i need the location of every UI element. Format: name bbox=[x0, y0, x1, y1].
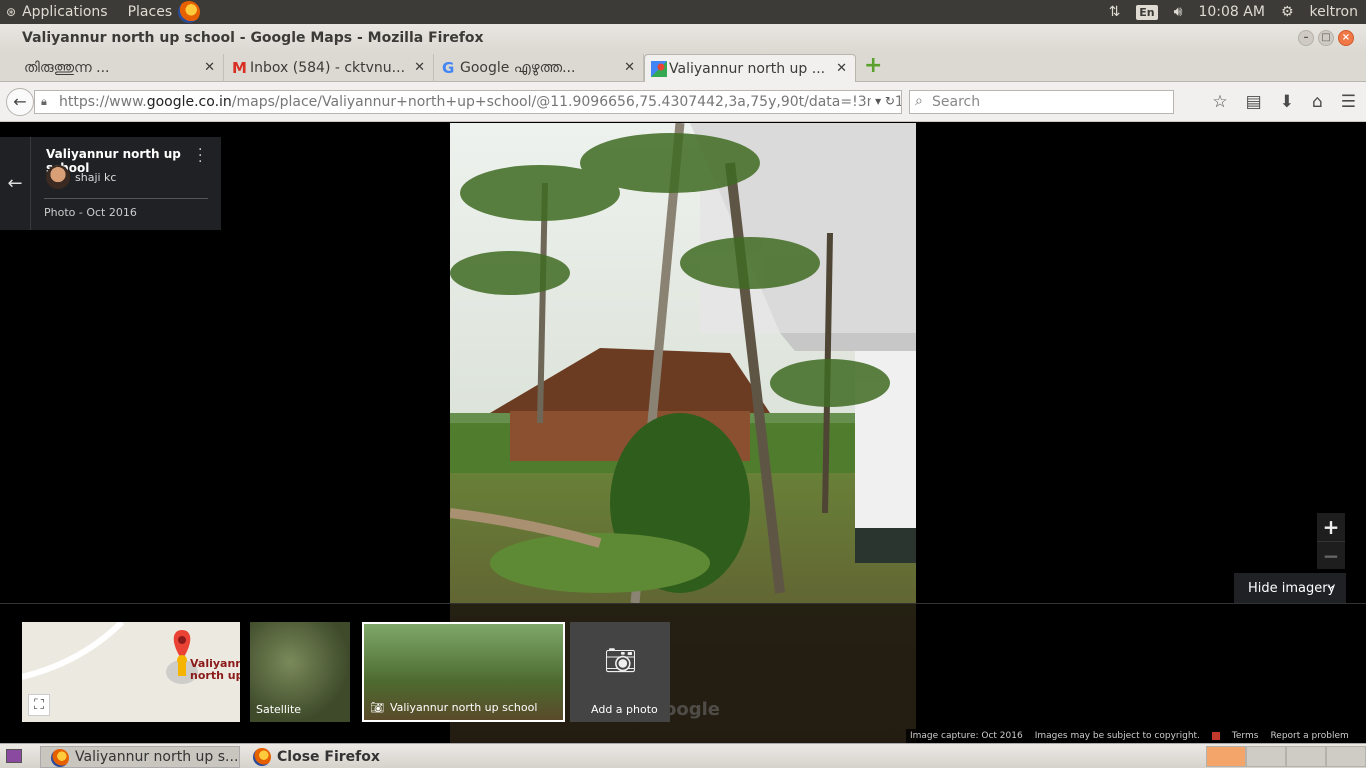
home-icon[interactable]: ⌂ bbox=[1312, 92, 1323, 112]
user-name[interactable]: keltron bbox=[1310, 4, 1359, 20]
tab-label: Inbox (584) - cktvnu... bbox=[250, 60, 406, 76]
close-tab-icon[interactable]: ✕ bbox=[204, 60, 215, 75]
tab-google-input[interactable]: G Google എഴുത്ത... ✕ bbox=[436, 54, 644, 82]
current-photo-thumbnail[interactable]: 📷︎ Valiyannur north up school bbox=[362, 622, 565, 722]
divider bbox=[44, 198, 208, 199]
bottom-taskbar: Valiyannur north up s... Close Firefox bbox=[0, 743, 1366, 768]
url-path: /maps/place/Valiyannur+north+up+school/@… bbox=[231, 94, 902, 110]
minimize-button[interactable]: – bbox=[1298, 30, 1314, 46]
url-prefix: https://www. bbox=[59, 94, 147, 110]
window-titlebar: Valiyannur north up school - Google Maps… bbox=[0, 24, 1366, 52]
google-g-icon: G bbox=[442, 59, 455, 77]
gmail-icon: M bbox=[232, 59, 247, 77]
add-photo-camera-icon: 📷︎ bbox=[604, 646, 638, 676]
add-photo-button[interactable]: 📷︎ Add a photo bbox=[570, 622, 670, 722]
bookmark-star-icon[interactable]: ☆ bbox=[1212, 92, 1227, 112]
back-button[interactable]: ← bbox=[6, 88, 34, 116]
google-maps-icon bbox=[651, 61, 667, 77]
tab-label: Valiyannur north up ... bbox=[669, 60, 826, 77]
reading-list-icon[interactable]: ▤ bbox=[1246, 92, 1262, 112]
search-icon: ⌕ bbox=[915, 93, 923, 109]
new-tab-button[interactable]: + bbox=[864, 55, 882, 77]
report-problem-link[interactable]: Report a problem bbox=[1270, 731, 1348, 741]
expand-map-icon[interactable]: ⛶ bbox=[28, 694, 50, 716]
search-input[interactable]: ⌕ Search bbox=[909, 90, 1174, 114]
image-capture-date: Image capture: Oct 2016 bbox=[910, 731, 1023, 741]
map-thumbnail[interactable]: Valiyannur north up s ⛶ bbox=[22, 622, 240, 722]
place-info-card: ← Valiyannur north up school · · · shaji k… bbox=[0, 137, 221, 230]
close-window-button[interactable]: × bbox=[1338, 30, 1354, 46]
more-options-icon[interactable]: · · · bbox=[198, 143, 202, 169]
close-tab-icon[interactable]: ✕ bbox=[624, 60, 635, 75]
double-chevron-down-icon: ⌄ bbox=[1325, 578, 1336, 593]
tab-gmail-inbox[interactable]: M Inbox (584) - cktvnu... ✕ bbox=[226, 54, 434, 82]
clock[interactable]: 10:08 AM bbox=[1198, 4, 1264, 20]
firefox-launcher-icon[interactable] bbox=[178, 1, 201, 23]
volume-icon[interactable]: 🔊︎ bbox=[1174, 4, 1183, 20]
network-icon[interactable]: ⇅ bbox=[1109, 4, 1121, 20]
maximize-button[interactable]: □ bbox=[1318, 30, 1334, 46]
photo-date: Photo - Oct 2016 bbox=[44, 206, 137, 219]
navigation-toolbar: ← 🔒︎ https://www. google.co.in/maps/place… bbox=[0, 82, 1366, 122]
workspace-1[interactable] bbox=[1206, 746, 1246, 767]
map-place-label: Valiyannur north up s bbox=[190, 657, 240, 682]
menu-hamburger-icon[interactable]: ☰ bbox=[1341, 92, 1356, 112]
workspace-2[interactable] bbox=[1246, 746, 1286, 767]
camera-icon: 📷︎ bbox=[370, 701, 384, 714]
tab-malayalam-edit[interactable]: തിരുത്തുന്ന ... ✕ bbox=[0, 54, 224, 82]
copyright-notice: Images may be subject to copyright. bbox=[1034, 731, 1200, 741]
avatar[interactable] bbox=[46, 165, 70, 189]
add-photo-label: Add a photo bbox=[591, 703, 658, 716]
workspace-3[interactable] bbox=[1286, 746, 1326, 767]
current-photo-caption: 📷︎ Valiyannur north up school bbox=[370, 701, 537, 714]
taskbar-close-firefox[interactable]: Close Firefox bbox=[243, 746, 443, 768]
zoom-controls: + − bbox=[1317, 513, 1345, 569]
ubuntu-logo-icon[interactable]: ⊛ bbox=[6, 5, 16, 19]
url-bar[interactable]: 🔒︎ https://www. google.co.in/maps/place/V… bbox=[34, 90, 902, 114]
system-top-panel: ⊛ Applications Places ⇅ En 🔊︎ 10:08 AM ⚙… bbox=[0, 0, 1366, 24]
tab-google-maps[interactable]: Valiyannur north up ... ✕ bbox=[644, 54, 856, 82]
satellite-label: Satellite bbox=[256, 703, 302, 716]
zoom-in-button[interactable]: + bbox=[1317, 513, 1345, 541]
show-desktop-icon[interactable] bbox=[6, 749, 22, 763]
tab-label: Google എഴുത്ത... bbox=[460, 60, 576, 76]
map-footer: Image capture: Oct 2016 Images may be su… bbox=[906, 729, 1366, 743]
keyboard-layout-indicator[interactable]: En bbox=[1136, 4, 1158, 20]
google-plus-icon[interactable] bbox=[1211, 732, 1220, 740]
url-domain: google.co.in bbox=[146, 94, 232, 110]
taskbar-item-label: Valiyannur north up s... bbox=[75, 749, 239, 765]
applications-menu[interactable]: Applications bbox=[22, 4, 108, 20]
search-placeholder: Search bbox=[932, 94, 981, 110]
downloads-icon[interactable]: ⬇ bbox=[1280, 92, 1294, 112]
places-menu[interactable]: Places bbox=[128, 4, 173, 20]
url-dropdown-reload-icons[interactable]: ▾ ↻ bbox=[871, 94, 895, 108]
terms-link[interactable]: Terms bbox=[1232, 731, 1259, 741]
firefox-icon bbox=[253, 748, 271, 766]
zoom-out-button[interactable]: − bbox=[1317, 541, 1345, 569]
close-tab-icon[interactable]: ✕ bbox=[836, 61, 847, 76]
maps-photo-viewer[interactable]: ← Valiyannur north up school · · · shaji k… bbox=[0, 123, 1366, 743]
lock-icon[interactable]: 🔒︎ bbox=[41, 95, 47, 109]
tab-bar: തിരുത്തുന്ന ... ✕ M Inbox (584) - cktvnu… bbox=[0, 52, 1366, 82]
window-title: Valiyannur north up school - Google Maps… bbox=[22, 30, 484, 46]
close-tab-icon[interactable]: ✕ bbox=[414, 60, 425, 75]
taskbar-firefox-window[interactable]: Valiyannur north up s... bbox=[40, 746, 240, 768]
hide-imagery-button[interactable]: Hide imagery ⌄ bbox=[1234, 573, 1346, 603]
photo-author[interactable]: shaji kc bbox=[75, 171, 116, 184]
back-arrow-icon[interactable]: ← bbox=[0, 137, 31, 230]
workspace-4[interactable] bbox=[1326, 746, 1366, 767]
workspace-switcher[interactable] bbox=[1206, 746, 1366, 767]
place-title[interactable]: Valiyannur north up school bbox=[46, 147, 221, 175]
settings-gear-icon[interactable]: ⚙ bbox=[1281, 4, 1294, 20]
firefox-icon bbox=[51, 749, 69, 767]
tab-label: തിരുത്തുന്ന ... bbox=[24, 60, 110, 76]
satellite-thumbnail[interactable]: Satellite bbox=[250, 622, 350, 722]
taskbar-item-label: Close Firefox bbox=[277, 749, 380, 765]
hide-imagery-label: Hide imagery bbox=[1248, 580, 1336, 596]
imagery-strip: Valiyannur north up s ⛶ Satellite 📷︎ Val… bbox=[0, 603, 1366, 743]
current-photo-label: Valiyannur north up school bbox=[389, 701, 538, 714]
